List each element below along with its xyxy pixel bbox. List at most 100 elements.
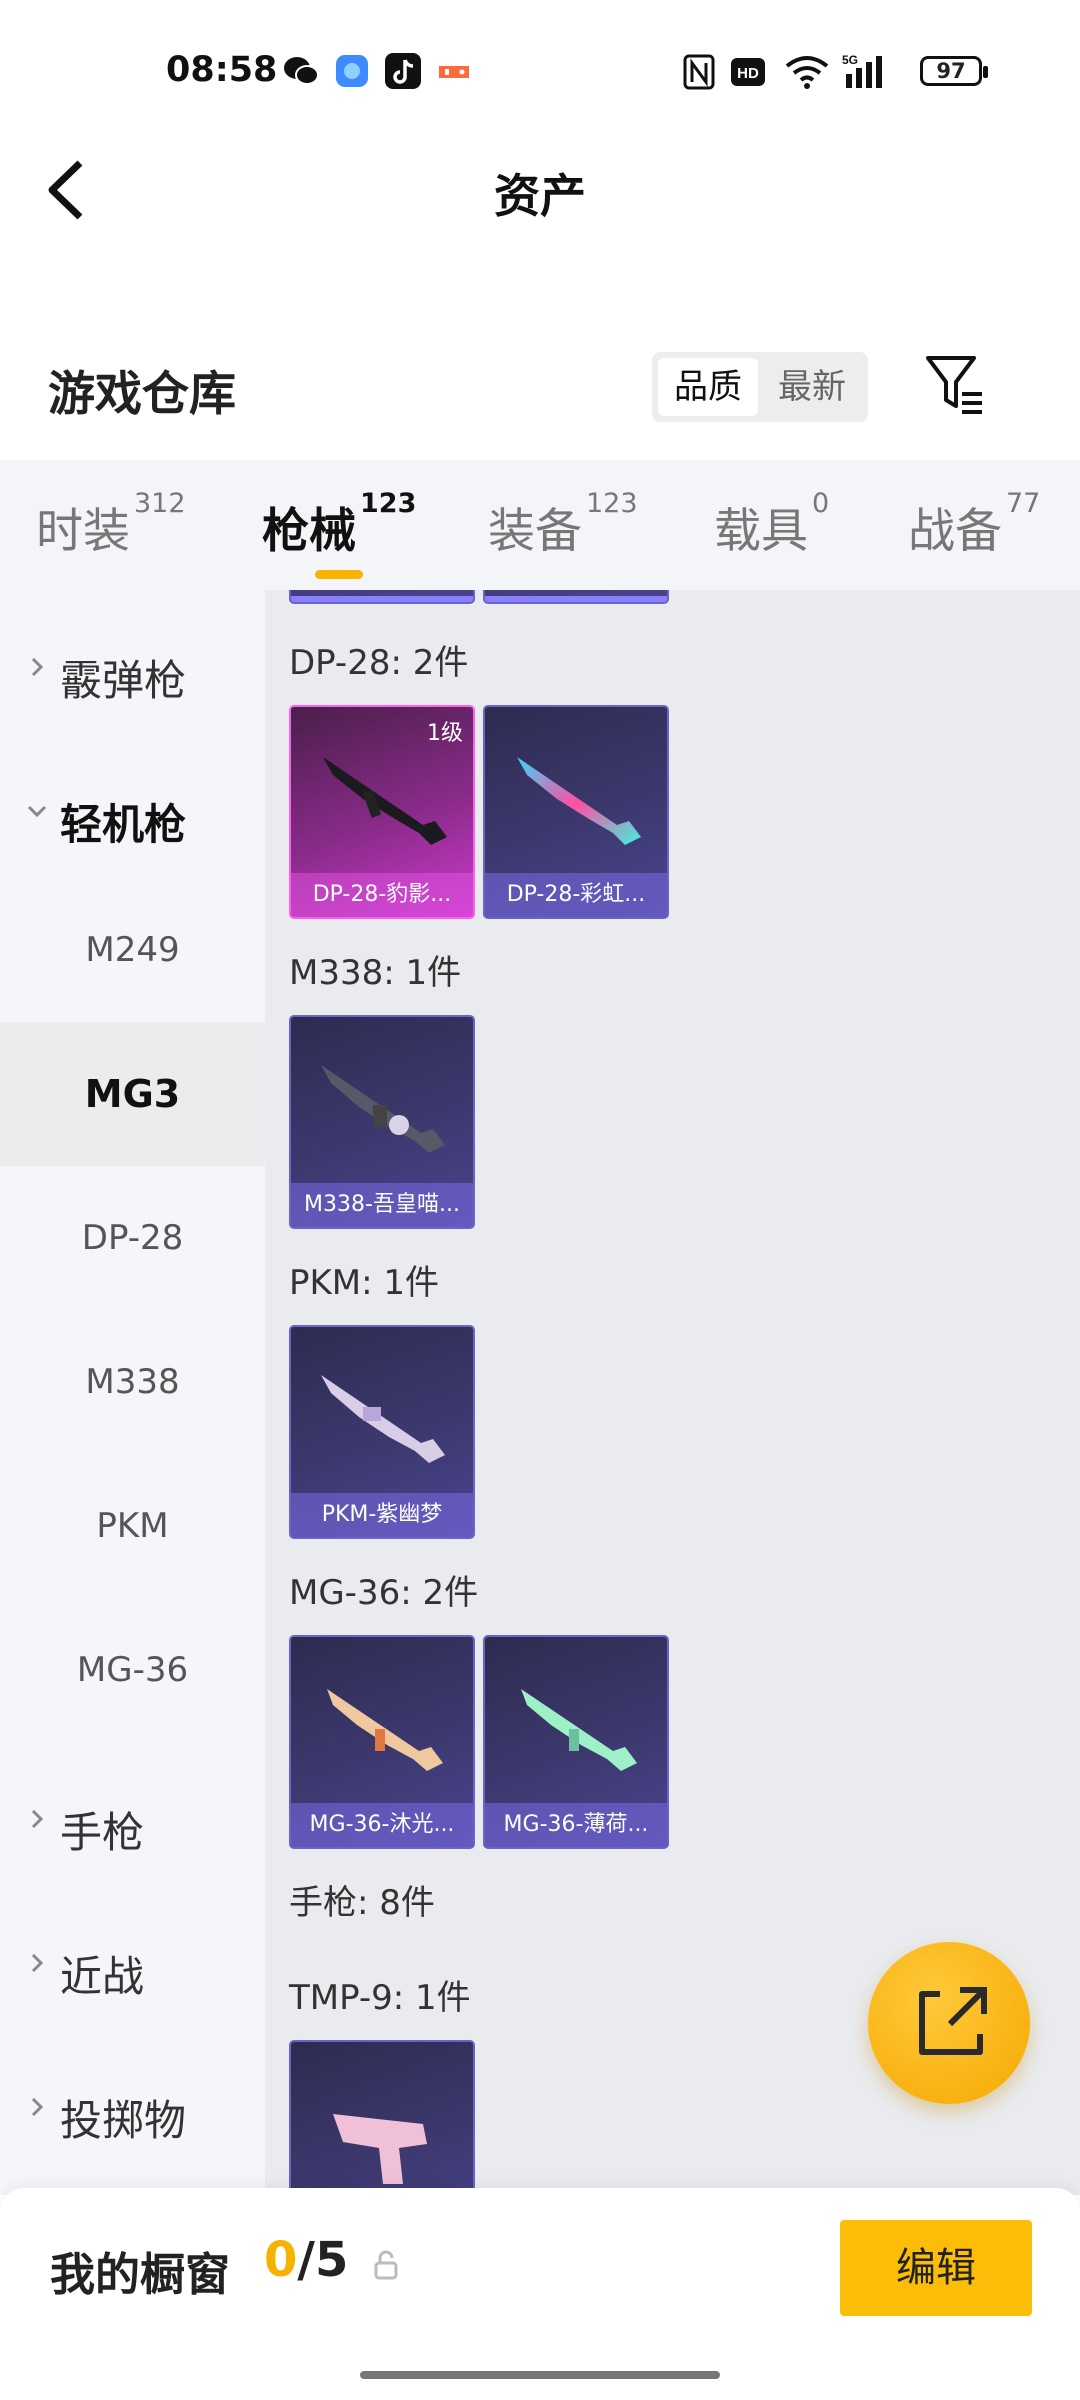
page-title: 资产 [494,169,586,223]
filter-icon [926,356,982,414]
sidebar-group-shotgun[interactable]: 霰弹枪 [0,590,265,734]
active-tab-indicator [315,570,363,579]
filter-button[interactable] [922,352,988,418]
section-label-tmp9: TMP-9: 1件 [289,1978,471,2018]
card-name: MG-36-薄荷... [485,1803,667,1847]
sidebar-group-throwable[interactable]: 投掷物 [0,2030,265,2174]
tab-label: 战备 [908,504,1002,559]
showcase-count-current: 0 [264,2232,298,2288]
tab-count: 312 [134,488,186,519]
skin-card[interactable] [289,2040,475,2195]
card-stripe [485,596,667,602]
section-label-dp28: DP-28: 2件 [289,643,469,683]
sidebar-group-label: 近战 [60,1952,145,2001]
sidebar-item-m338[interactable]: M338 [0,1310,265,1454]
lock-icon [372,2250,400,2280]
chevron-right-icon [31,2097,44,2117]
card-name: MG-36-沐光... [291,1803,473,1847]
section-label-m338: M338: 1件 [289,953,462,993]
tab-supplies[interactable]: 战备77 [908,488,1040,561]
tab-count: 77 [1006,488,1041,519]
sort-toggle: 品质 最新 [652,352,868,422]
sidebar-group-melee[interactable]: 近战 [0,1886,265,2030]
gun-image [327,1689,443,1771]
wifi-icon [784,52,830,92]
chevron-right-icon [31,657,44,677]
sidebar-item-pkm[interactable]: PKM [0,1454,265,1598]
tab-label: 载具 [714,504,808,559]
sidebar-group-pistol[interactable]: 手枪 [0,1742,265,1886]
skin-card[interactable]: 1级 DP-28-豹影... [289,705,475,919]
showcase-label: 我的橱窗 [50,2248,231,2301]
tiktok-icon [384,52,422,90]
sort-quality-option[interactable]: 品质 [658,358,758,416]
tab-label: 时装 [36,504,130,559]
skin-card-partial[interactable] [483,590,669,604]
chevron-right-icon [31,1953,44,1973]
card-name: M338-吾皇喵... [291,1183,473,1227]
gun-image [517,757,641,845]
section-label-pkm: PKM: 1件 [289,1263,440,1303]
skin-card[interactable]: DP-28-彩虹... [483,705,669,919]
sidebar-item-dp28[interactable]: DP-28 [0,1166,265,1310]
card-name: DP-28-彩虹... [485,873,667,917]
sidebar-item-label: MG3 [84,1072,181,1116]
sidebar-item-mg36[interactable]: MG-36 [0,1598,265,1742]
skin-card[interactable]: MG-36-沐光... [289,1635,475,1849]
card-name: PKM-紫幽梦 [291,1493,473,1537]
sidebar-item-label: PKM [96,1506,169,1546]
gun-image [321,1065,445,1153]
tab-label: 装备 [488,504,582,559]
sidebar-item-mg3[interactable]: MG3 [0,1022,265,1166]
card-stripe [291,596,473,602]
sidebar-group-label: 手枪 [60,1808,145,1857]
share-fab[interactable] [868,1942,1030,2104]
nfc-icon [683,52,715,92]
category-tabs: 时装312 枪械123 装备123 载具0 战备77 [0,460,1080,590]
browser-icon [333,52,371,90]
game-icon [435,52,473,90]
tab-fashion[interactable]: 时装312 [36,488,186,561]
sidebar-item-label: M249 [85,930,180,970]
showcase-count-total: /5 [297,2232,349,2288]
home-indicator[interactable] [360,2371,720,2379]
battery-indicator: 97 [920,56,988,86]
status-bar: 08:58 HD 5G 97 [0,0,1080,140]
tab-count: 123 [586,488,638,519]
section-label-mg36: MG-36: 2件 [289,1573,479,1613]
sidebar-item-label: DP-28 [81,1218,184,1258]
gun-image [321,1375,445,1463]
svg-text:5G: 5G [842,53,858,67]
tab-label: 枪械 [262,504,356,559]
showcase-count: 0/5 [264,2232,348,2288]
card-name: DP-28-豹影... [291,873,473,917]
svg-text:HD: HD [737,65,759,82]
gun-image [323,757,447,845]
sidebar-item-m249[interactable]: M249 [0,878,265,1022]
sidebar-group-lmg[interactable]: 轻机枪 [0,734,265,878]
skin-card[interactable]: MG-36-薄荷... [483,1635,669,1849]
chevron-down-icon [27,805,47,818]
tab-vehicles[interactable]: 载具0 [714,488,829,561]
tab-equipment[interactable]: 装备123 [488,488,638,561]
category-label-pistol: 手枪: 8件 [289,1883,435,1923]
tab-weapons[interactable]: 枪械123 [262,488,416,561]
edit-button[interactable]: 编辑 [840,2220,1032,2316]
sidebar-group-label: 投掷物 [60,2096,187,2145]
skin-card-partial[interactable] [289,590,475,604]
sidebar-item-label: M338 [85,1362,180,1402]
skin-card[interactable]: PKM-紫幽梦 [289,1325,475,1539]
gun-image [333,2114,427,2184]
share-icon [919,1987,987,2055]
status-time: 08:58 [166,50,278,90]
gun-image [521,1689,637,1771]
skin-card[interactable]: M338-吾皇喵... [289,1015,475,1229]
weapon-category-sidebar: 霰弹枪 轻机枪 M249 MG3 DP-28 M338 PKM MG-36 手枪… [0,590,265,2195]
tab-count: 0 [812,488,830,519]
chevron-right-icon [31,1809,44,1829]
wechat-icon [282,52,320,90]
sort-newest-option[interactable]: 最新 [762,358,862,416]
warehouse-title: 游戏仓库 [48,367,236,422]
sidebar-item-label: MG-36 [76,1650,189,1690]
hd-icon: HD [730,52,766,92]
